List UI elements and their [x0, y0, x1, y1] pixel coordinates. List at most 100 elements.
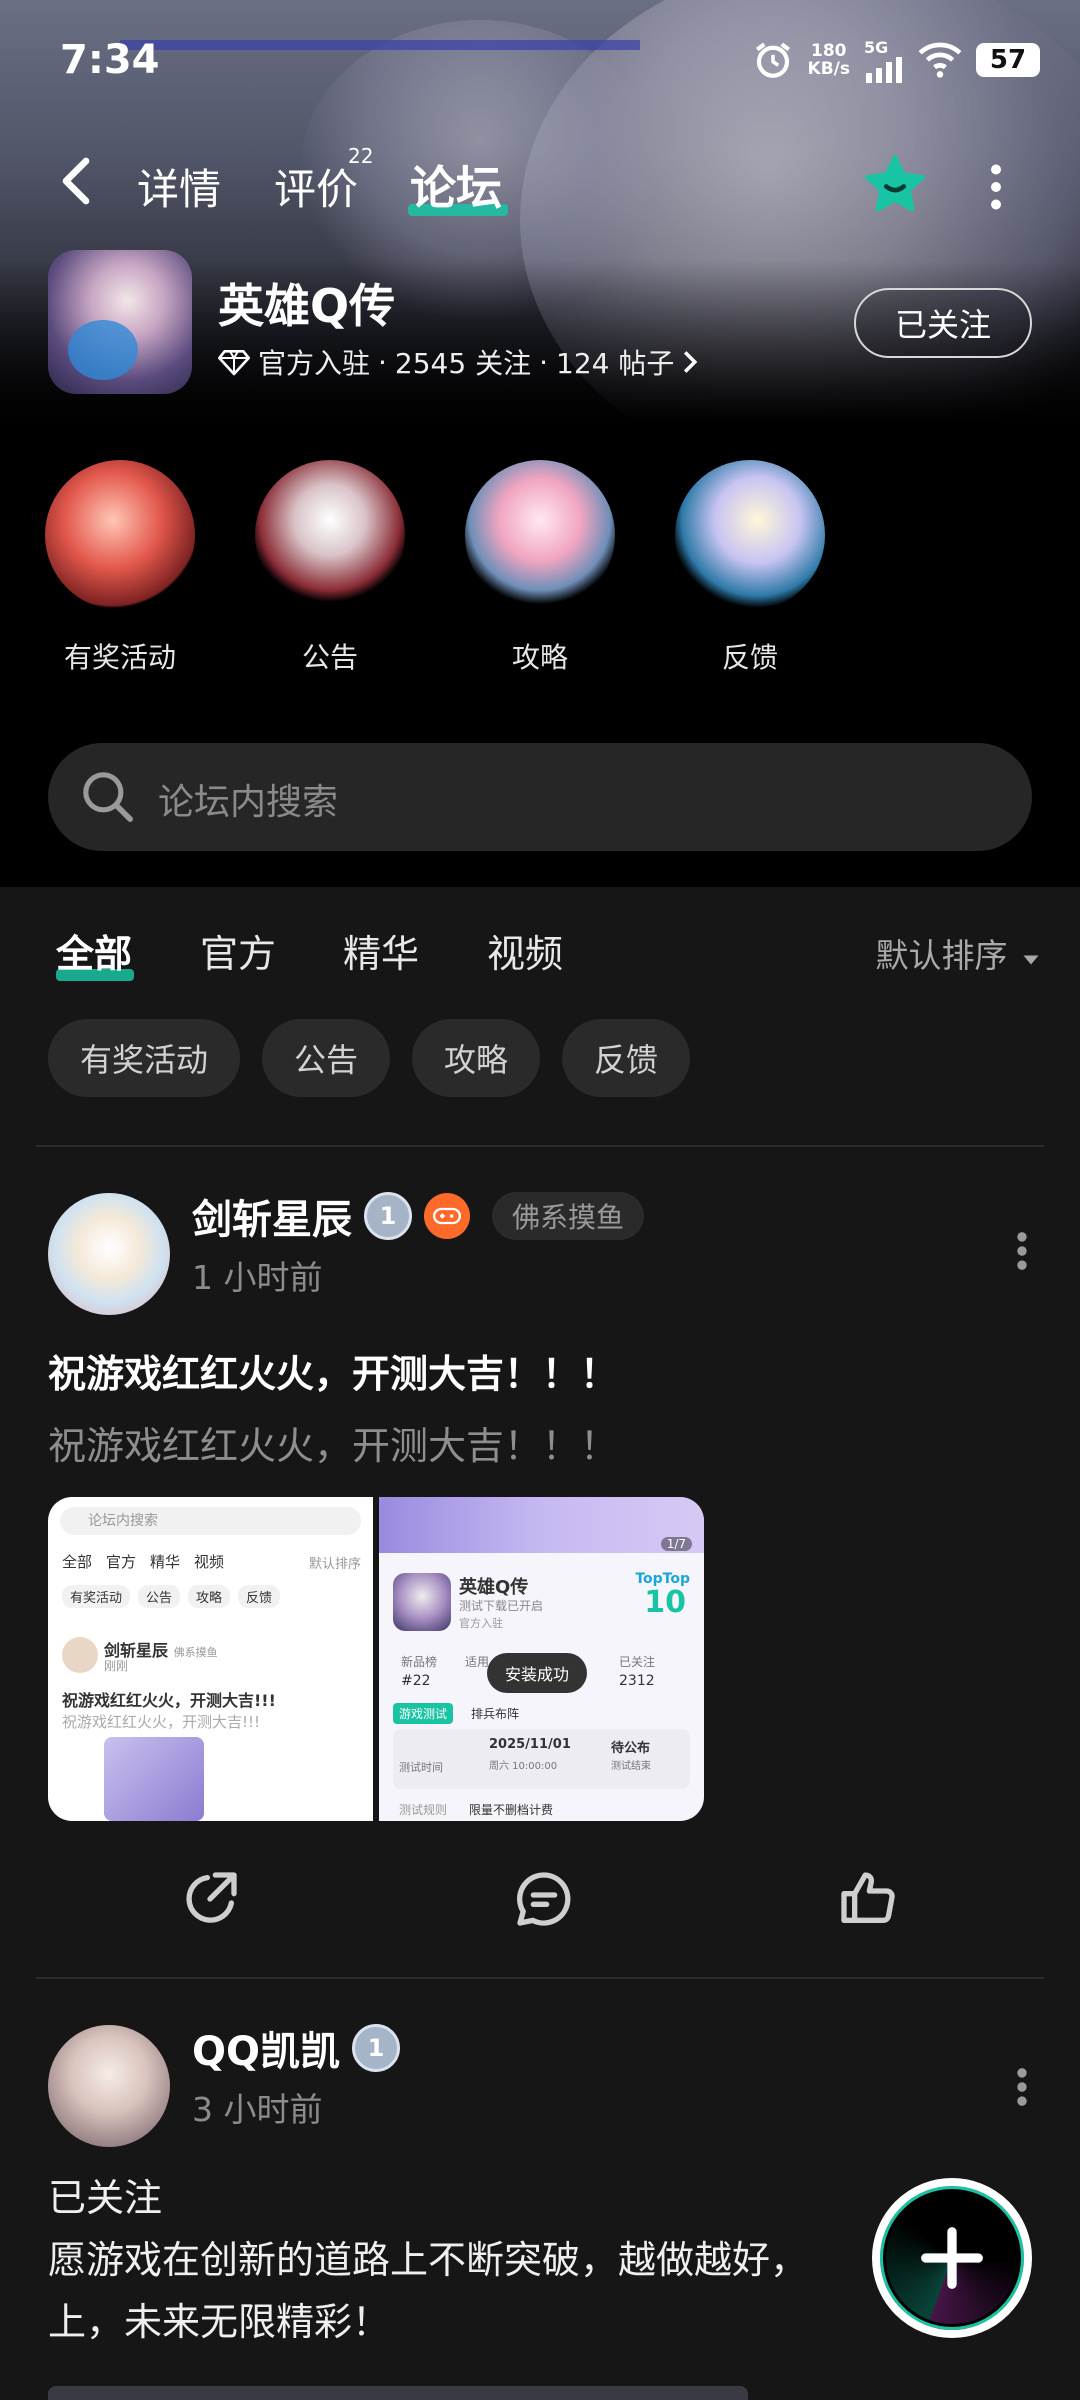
divider: [36, 1977, 1044, 1979]
thumb-sort: 默认排序: [308, 1557, 361, 1572]
tab-featured[interactable]: 精华: [343, 923, 419, 978]
more-options-icon[interactable]: [984, 162, 1008, 212]
post-image[interactable]: 论坛内搜索 全部 官方 精华 视频 默认排序 有奖活动 公告 攻略 反馈 剑斩星…: [48, 1497, 373, 1821]
thumb-time-label: 测试时间: [399, 1761, 443, 1774]
category-label: 公告: [301, 641, 358, 674]
category-announcement[interactable]: 公告: [240, 460, 420, 676]
category-feedback[interactable]: 反馈: [660, 460, 840, 676]
thumb-chip: 攻略: [188, 1585, 231, 1608]
tab-official[interactable]: 官方: [200, 923, 276, 978]
followers-count: 2545 关注: [394, 347, 532, 380]
post-author-row: 剑斩星辰 1 佛系摸鱼: [192, 1187, 645, 1245]
post-title: 祝游戏红红火火，开测大吉！！！: [48, 1352, 619, 1396]
category-announcement-image: [255, 460, 405, 610]
chip-guide[interactable]: 攻略: [412, 1019, 541, 1097]
level-badge: 1: [364, 1192, 412, 1240]
network-type: 5G: [864, 37, 889, 57]
post-more-icon[interactable]: [1016, 1231, 1028, 1271]
post-time: 3 小时前: [192, 2090, 323, 2129]
create-post-button[interactable]: [872, 2178, 1032, 2338]
avatar[interactable]: [48, 2025, 170, 2147]
thumb-stat-label: 适用: [465, 1655, 490, 1669]
category-label: 反馈: [721, 641, 778, 674]
post-author-row: QQ凯凯 1: [192, 2019, 401, 2077]
app-logo[interactable]: [48, 250, 192, 394]
follow-button[interactable]: 已关注: [854, 288, 1032, 358]
thumb-search: 论坛内搜索: [60, 1507, 361, 1535]
status-bar: 7:34 180 KB/s 5G 57: [60, 30, 1040, 90]
tab-forum[interactable]: 论坛: [410, 152, 502, 218]
category-guide-image: [465, 460, 615, 610]
tab-review[interactable]: 评价: [274, 156, 358, 217]
comment-icon[interactable]: [512, 1867, 576, 1931]
tab-video[interactable]: 视频: [487, 923, 563, 978]
author-name[interactable]: QQ凯凯: [192, 2019, 340, 2077]
thumb-stat-label: 已关注: [619, 1655, 656, 1669]
thumb-stat-label: 新品榜: [401, 1655, 438, 1669]
alarm-icon: [755, 42, 790, 78]
app-meta[interactable]: 官方入驻 · 2545 关注 · 124 帖子: [218, 342, 698, 382]
feed: 全部 官方 精华 视频 默认排序 有奖活动 公告 攻略 反馈 剑斩星辰 1 佛系…: [0, 887, 1080, 2400]
thumb-rule-label: 测试规则: [399, 1803, 448, 1817]
sort-dropdown[interactable]: 默认排序: [876, 929, 1041, 977]
wifi-icon: [918, 42, 962, 78]
meta-separator: ·: [539, 345, 548, 379]
search-input[interactable]: 论坛内搜索: [158, 773, 338, 825]
thumb-avatar: [62, 1637, 98, 1673]
category-activity[interactable]: 有奖活动: [30, 460, 210, 676]
like-icon[interactable]: [836, 1867, 900, 1931]
category-activity-image: [45, 460, 195, 610]
category-label: 有奖活动: [63, 641, 176, 674]
app-info: 英雄Q传 官方入驻 · 2545 关注 · 124 帖子 已关注: [48, 250, 1032, 400]
tab-all[interactable]: 全部: [56, 923, 134, 981]
post-image[interactable]: 1/7 英雄Q传 测试下载已开启 官方入驻 TopTop 10 新品榜 #22 …: [379, 1497, 704, 1821]
share-icon[interactable]: [178, 1867, 242, 1931]
category-feedback-image: [675, 460, 825, 610]
image-counter: 1/7: [660, 1537, 692, 1551]
thumb-tab: 官方: [106, 1553, 137, 1571]
thumb-tab: 视频: [194, 1553, 225, 1571]
thumb-date-sub: 周六 10:00:00: [489, 1761, 558, 1772]
favorite-star-icon[interactable]: [860, 150, 930, 220]
tab-detail[interactable]: 详情: [137, 156, 221, 217]
thumb-rule-text: 限量不删档计费: [469, 1803, 554, 1817]
post-images[interactable]: 论坛内搜索 全部 官方 精华 视频 默认排序 有奖活动 公告 攻略 反馈 剑斩星…: [48, 1497, 704, 1821]
divider: [36, 1145, 1044, 1147]
post-more-icon[interactable]: [1016, 2067, 1028, 2107]
author-name[interactable]: 剑斩星辰: [192, 1187, 352, 1245]
thumb-stat-value: #22: [401, 1673, 431, 1689]
thumb-chip: 有奖活动: [62, 1585, 131, 1608]
status-time: 7:34: [60, 37, 160, 83]
user-tag: 佛系摸鱼: [492, 1192, 645, 1240]
category-guide[interactable]: 攻略: [450, 460, 630, 676]
post-body: 愿游戏在创新的道路上不断突破，越做越好，上，未来无限精彩！: [48, 2238, 809, 2344]
thumb-chip: 公告: [138, 1585, 181, 1608]
chip-announcement[interactable]: 公告: [262, 1019, 391, 1097]
gamepad-badge-icon: [424, 1193, 470, 1239]
meta-separator: ·: [378, 345, 387, 379]
category-label: 攻略: [511, 641, 568, 674]
thumb-tab: 精华: [150, 1553, 181, 1571]
post-time: 1 小时前: [192, 1258, 323, 1297]
chevron-right-icon: [684, 351, 698, 373]
next-post-image-peek: [48, 2386, 748, 2400]
review-count-badge: 22: [348, 144, 374, 168]
avatar[interactable]: [48, 1193, 170, 1315]
app-name: 英雄Q传: [218, 279, 396, 333]
thumb-chips: 有奖活动 公告 攻略 反馈: [62, 1585, 281, 1608]
plus-icon: [921, 2227, 983, 2289]
chip-activity[interactable]: 有奖活动: [48, 1019, 241, 1097]
forum-search-bar[interactable]: 论坛内搜索: [48, 743, 1032, 851]
post-card[interactable]: 剑斩星辰 1 佛系摸鱼 1 小时前 祝游戏红红火火，开测大吉！！！ 祝游戏红红火…: [0, 1187, 1080, 1926]
back-arrow-icon[interactable]: [56, 156, 96, 206]
battery-indicator: 57: [976, 43, 1040, 77]
thumb-test-name: 排兵布阵: [471, 1707, 520, 1721]
thumb-banner: [379, 1497, 704, 1553]
thumb-app-sub: 测试下载已开启: [459, 1599, 544, 1613]
thumb-status-sub: 测试结束: [611, 1761, 651, 1772]
category-section: 有奖活动 公告 攻略 反馈 论坛内搜索: [0, 430, 1080, 887]
network-speed: 180 KB/s: [807, 41, 850, 79]
filter-chips: 有奖活动 公告 攻略 反馈: [48, 1019, 691, 1097]
chip-feedback[interactable]: 反馈: [562, 1019, 691, 1097]
thumb-image: [104, 1737, 204, 1821]
